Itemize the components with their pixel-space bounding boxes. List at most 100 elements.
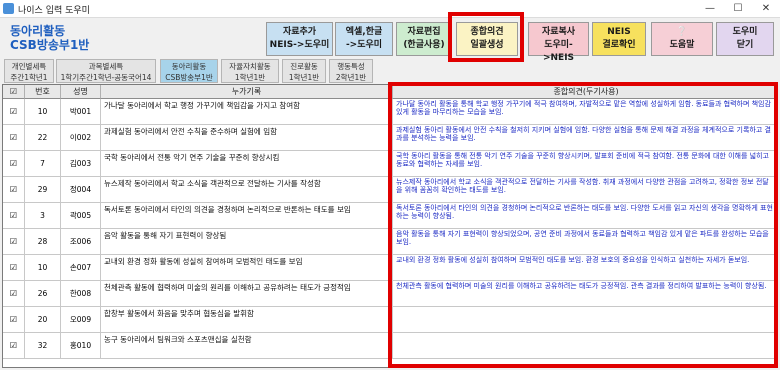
tab-label1: 동아리활동 (171, 62, 207, 71)
record-cell[interactable]: 음악 활동을 통해 자기 표현력이 향상됨 (101, 229, 393, 255)
tab-label2: 1학년1반 (288, 73, 320, 82)
table-row[interactable]: ☑ 10 손007 교내외 환경 정화 활동에 성실히 참여하며 모범적인 태도… (3, 255, 777, 281)
window-title: 나이스 입력 도우미 (18, 6, 90, 16)
record-cell[interactable]: 독서토론 동아리에서 타인의 의견을 경청하며 논리적으로 반론하는 태도를 보… (101, 203, 393, 229)
table-row[interactable]: ☑ 7 김003 국학 동아리에서 전통 악기 연주 기술을 꾸준히 향상시킴 … (3, 151, 777, 177)
record-cell[interactable]: 국학 동아리에서 전통 악기 연주 기술을 꾸준히 향상시킴 (101, 151, 393, 177)
table-row[interactable]: ☑ 28 조006 음악 활동을 통해 자기 표현력이 향상됨 음악 활동을 통… (3, 229, 777, 255)
tab-label1: 자율자치활동 (229, 62, 271, 71)
header: 동아리활동 CSB방송부1반 자료추가 NEIS->도우미 엑셀,한글 ->도우… (0, 18, 780, 63)
header-record: 누가기록 (101, 85, 393, 99)
row-checkbox[interactable]: ☑ (3, 333, 25, 359)
opinion-cell[interactable] (393, 307, 777, 333)
student-number: 20 (25, 307, 61, 333)
student-number: 10 (25, 99, 61, 125)
table-row[interactable]: ☑ 22 이002 과제실험 동아리에서 안전 수칙을 준수하며 실험에 임함 … (3, 125, 777, 151)
record-cell[interactable]: 가나달 동아리에서 학교 행정 가꾸기에 책임감을 가지고 참여함 (101, 99, 393, 125)
student-name: 홍010 (61, 333, 101, 359)
close-helper-button[interactable]: 도우미 닫기 (716, 22, 774, 56)
record-cell[interactable]: 교내외 환경 정화 활동에 성실히 참여하며 모범적인 태도를 보임 (101, 255, 393, 281)
student-number: 10 (25, 255, 61, 281)
tab-label2: CSB방송부1반 (165, 73, 213, 82)
header-number: 번호 (25, 85, 61, 99)
row-checkbox[interactable]: ☑ (3, 177, 25, 203)
table-row[interactable]: ☑ 26 한008 천체관측 활동에 협력하며 미술의 원리를 이해하고 공유하… (3, 281, 777, 307)
row-checkbox[interactable]: ☑ (3, 151, 25, 177)
student-grid: ☑ 번호 성명 누가기록 종합의견(두기사용) ☑ 10 박001 가나달 동아… (2, 84, 778, 368)
student-name: 김003 (61, 151, 101, 177)
row-checkbox[interactable]: ☑ (3, 99, 25, 125)
add-from-neis-label1: 자료추가 (282, 27, 317, 37)
edit-data-label2: (한글사용) (403, 40, 445, 50)
opinion-cell[interactable]: 뉴스제작 동아리에서 학교 소식을 객관적으로 전달하는 기사를 작성함. 취재… (393, 177, 777, 203)
maximize-button[interactable]: ☐ (724, 0, 752, 18)
tab-behavior-traits[interactable]: 행동특성 2학년1반 (329, 59, 373, 83)
help-label: 도움말 (669, 40, 695, 50)
header-check-all[interactable]: ☑ (3, 85, 25, 99)
opinion-cell[interactable]: 교내외 환경 정화 활동에 성실히 참여하며 모범적인 태도를 보임. 환경 보… (393, 255, 777, 281)
row-checkbox[interactable]: ☑ (3, 255, 25, 281)
add-from-neis-button[interactable]: 자료추가 NEIS->도우미 (266, 22, 333, 56)
add-from-neis-label2: NEIS->도우미 (269, 40, 330, 50)
neis-result-check-button[interactable]: NEIS 결로확인 (592, 22, 646, 56)
table-row[interactable]: ☑ 29 정004 뉴스제작 동아리에서 학교 소식을 객관적으로 전달하는 기… (3, 177, 777, 203)
tab-club-activity[interactable]: 동아리활동 CSB방송부1반 (160, 59, 218, 83)
table-row[interactable]: ☑ 3 곽005 독서토론 동아리에서 타인의 의견을 경청하며 논리적으로 반… (3, 203, 777, 229)
tab-label1: 행동특성 (337, 62, 365, 71)
student-name: 손007 (61, 255, 101, 281)
row-checkbox[interactable]: ☑ (3, 229, 25, 255)
minimize-button[interactable]: — (696, 0, 724, 18)
record-cell[interactable]: 과제실험 동아리에서 안전 수칙을 준수하며 실험에 임함 (101, 125, 393, 151)
close-helper-label2: 닫기 (736, 40, 754, 50)
header-opinion: 종합의견(두기사용) (393, 85, 777, 99)
record-cell[interactable]: 농구 동아리에서 팀워크와 스포츠맨십을 실천함 (101, 333, 393, 359)
row-checkbox[interactable]: ☑ (3, 203, 25, 229)
student-name: 이002 (61, 125, 101, 151)
neis-check-label2: 결로확인 (602, 40, 636, 50)
opinion-cell[interactable]: 가나달 동아리 활동을 통해 학교 행정 가꾸기에 적극 참여하며, 자발적으로… (393, 99, 777, 125)
close-helper-label1: 도우미 (732, 27, 758, 37)
student-number: 28 (25, 229, 61, 255)
row-checkbox[interactable]: ☑ (3, 125, 25, 151)
opinion-cell[interactable]: 음악 활동을 통해 자기 표현력이 향상되었으며, 공연 준비 과정에서 동료들… (393, 229, 777, 255)
student-number: 26 (25, 281, 61, 307)
header-name: 성명 (61, 85, 101, 99)
help-button[interactable]: ❔ 도움말 (651, 22, 713, 56)
student-number: 32 (25, 333, 61, 359)
app-icon (3, 3, 14, 14)
edit-data-button[interactable]: 자료편집 (한글사용) (396, 22, 452, 56)
tab-label2: 1학년1반 (234, 73, 266, 82)
tab-subject-detail[interactable]: 과목별세특 1학기주간1학년-공동국어14 (56, 59, 156, 83)
student-number: 22 (25, 125, 61, 151)
copy-to-neis-label1: 자료복사 (541, 27, 576, 37)
tab-label1: 진로활동 (290, 62, 318, 71)
table-row[interactable]: ☑ 20 오009 합창부 활동에서 화음을 맞추며 협동심을 발휘함 (3, 307, 777, 333)
tab-career-activity[interactable]: 진로활동 1학년1반 (282, 59, 326, 83)
record-cell[interactable]: 합창부 활동에서 화음을 맞추며 협동심을 발휘함 (101, 307, 393, 333)
row-checkbox[interactable]: ☑ (3, 281, 25, 307)
student-name: 곽005 (61, 203, 101, 229)
student-number: 7 (25, 151, 61, 177)
close-window-button[interactable]: ✕ (752, 0, 780, 18)
opinion-cell[interactable]: 국학 동아리 활동을 통해 전통 악기 연주 기술을 꾸준히 향상시키며, 발표… (393, 151, 777, 177)
record-cell[interactable]: 천체관측 활동에 협력하며 미술의 원리를 이해하고 공유하려는 태도가 긍정적… (101, 281, 393, 307)
table-row[interactable]: ☑ 10 박001 가나달 동아리에서 학교 행정 가꾸기에 책임감을 가지고 … (3, 99, 777, 125)
student-name: 오009 (61, 307, 101, 333)
import-excel-hangul-button[interactable]: 엑셀,한글 ->도우미 (335, 22, 393, 56)
opinion-cell[interactable] (393, 333, 777, 359)
title-bar: 나이스 입력 도우미 — ☐ ✕ (0, 0, 780, 18)
table-row[interactable]: ☑ 32 홍010 농구 동아리에서 팀워크와 스포츠맨십을 실천함 (3, 333, 777, 359)
tab-individual-detail[interactable]: 개인별세특 주간1학년1 (4, 59, 54, 83)
copy-to-neis-button[interactable]: 자료복사 도우미->NEIS (528, 22, 589, 63)
import-excel-label1: 엑셀,한글 (345, 27, 383, 37)
student-name: 한008 (61, 281, 101, 307)
tab-label1: 과목별세특 (88, 62, 124, 71)
opinion-cell[interactable]: 과제실험 동아리 활동에서 안전 수칙을 철저히 지키며 실험에 임함. 다양한… (393, 125, 777, 151)
opinion-cell[interactable]: 천체관측 활동에 협력하며 미술의 원리를 이해하고 공유하려는 태도가 긍정적… (393, 281, 777, 307)
row-checkbox[interactable]: ☑ (3, 307, 25, 333)
category-tabs: 개인별세특 주간1학년1 과목별세특 1학기주간1학년-공동국어14 동아리활동… (0, 58, 780, 84)
record-cell[interactable]: 뉴스제작 동아리에서 학교 소식을 객관적으로 전달하는 기사를 작성함 (101, 177, 393, 203)
help-icon: ❔ (676, 27, 688, 37)
tab-autonomous-activity[interactable]: 자율자치활동 1학년1반 (221, 59, 279, 83)
opinion-cell[interactable]: 독서토론 동아리에서 타인의 의견을 경청하며 논리적으로 반론하는 태도를 보… (393, 203, 777, 229)
